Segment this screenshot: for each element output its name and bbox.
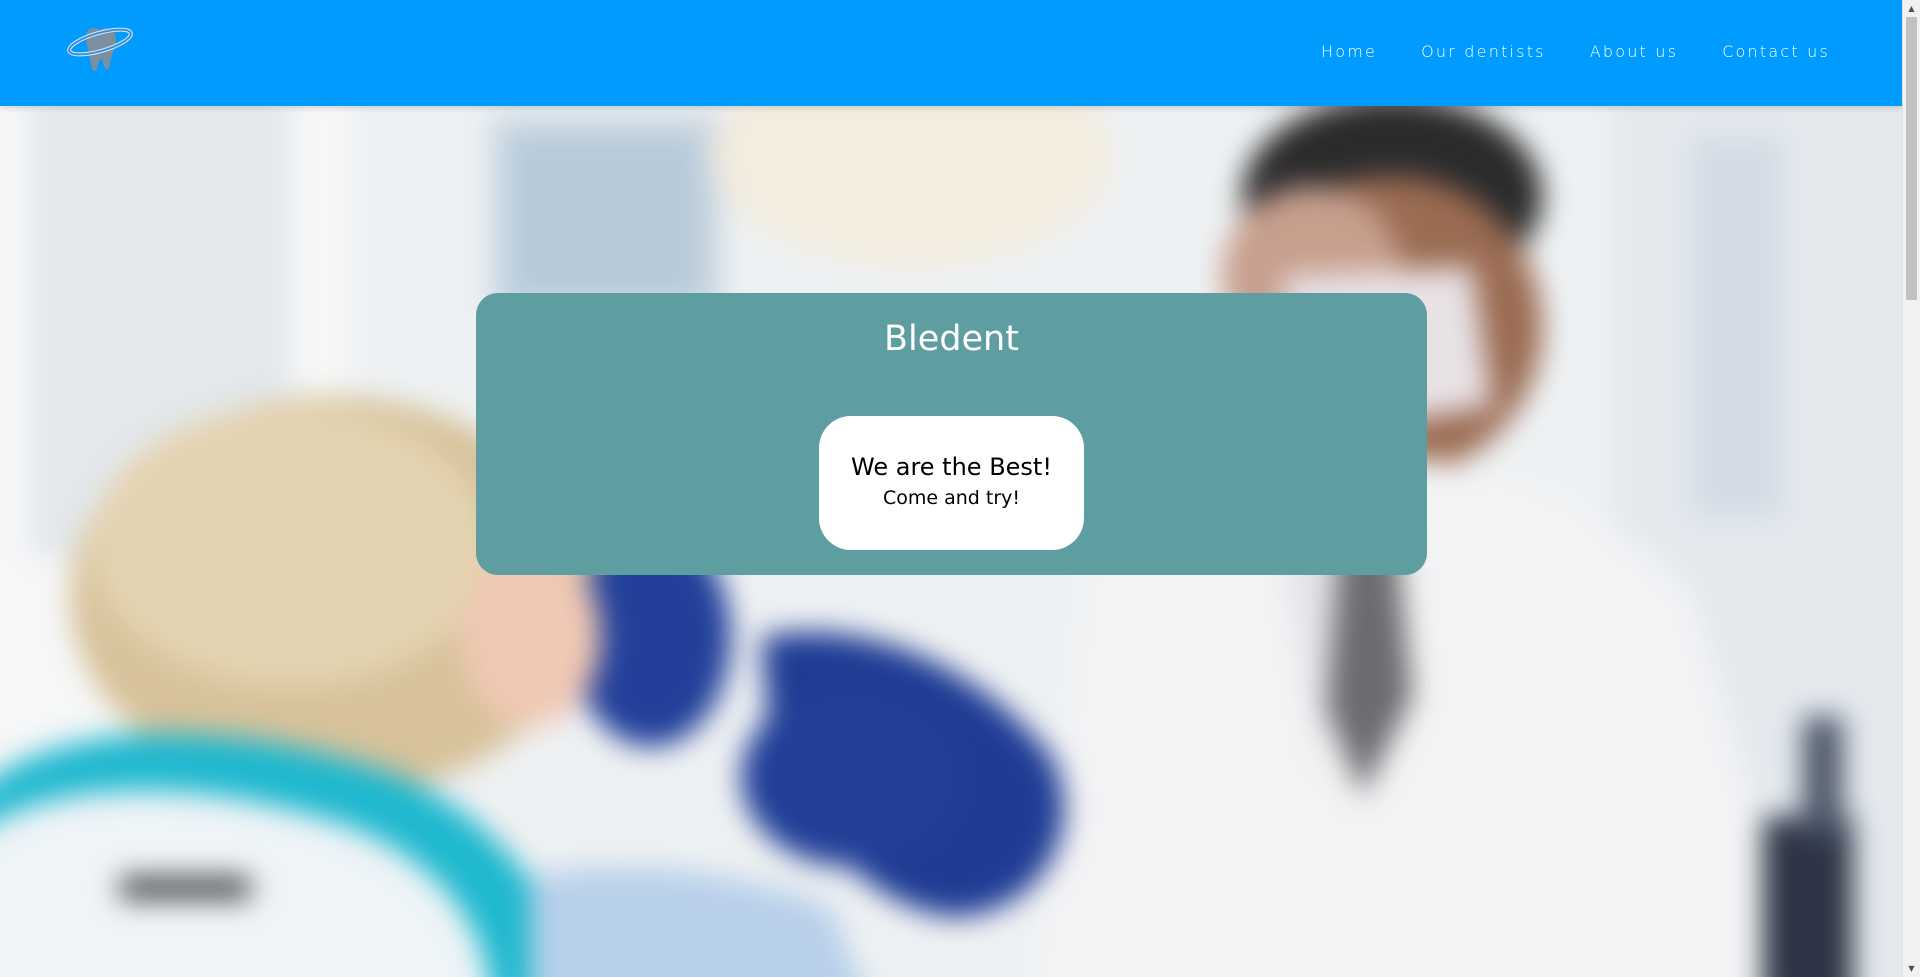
- slogan-subline: Come and try!: [882, 487, 1021, 509]
- tooth-logo-icon[interactable]: [64, 20, 136, 76]
- scroll-up-arrow-icon[interactable]: ▲: [1903, 0, 1920, 17]
- brand-title: Bledent: [884, 319, 1019, 359]
- slogan-badge: We are the Best! Come and try!: [819, 416, 1084, 550]
- page-scrollbar[interactable]: ▲ ▼: [1902, 0, 1920, 977]
- main-nav: Home Our dentists About us Contact us: [1321, 42, 1830, 61]
- nav-our-dentists[interactable]: Our dentists: [1421, 42, 1546, 61]
- nav-home[interactable]: Home: [1321, 42, 1377, 61]
- scroll-thumb[interactable]: [1906, 17, 1917, 300]
- nav-contact-us[interactable]: Contact us: [1722, 42, 1830, 61]
- slogan-headline: We are the Best!: [851, 453, 1052, 481]
- scroll-down-arrow-icon[interactable]: ▼: [1903, 960, 1920, 977]
- site-header: Home Our dentists About us Contact us: [0, 0, 1903, 106]
- hero-card: Bledent We are the Best! Come and try!: [476, 293, 1427, 575]
- page: Home Our dentists About us Contact us Bl…: [0, 0, 1920, 977]
- nav-about-us[interactable]: About us: [1590, 42, 1678, 61]
